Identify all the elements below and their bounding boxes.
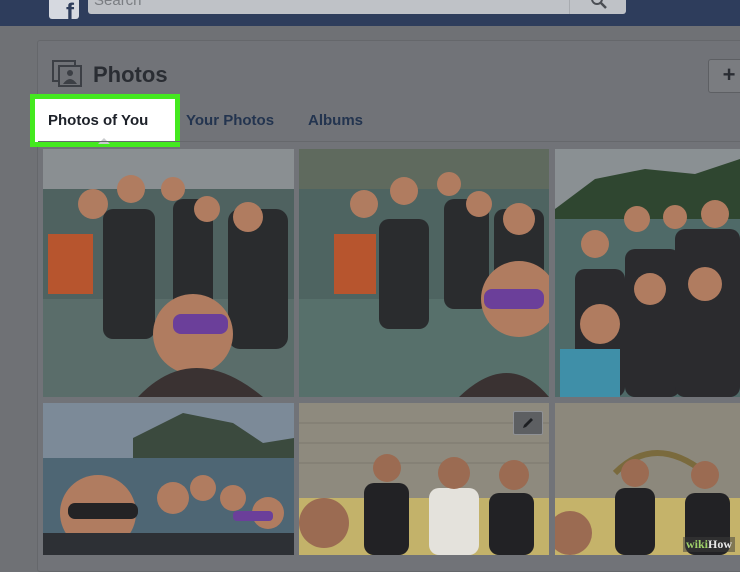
tab-label: Photos of You [48, 112, 149, 129]
magnifier-icon [591, 0, 607, 9]
photo-thumbnail[interactable]: wikiHow [555, 403, 740, 555]
add-photos-button[interactable]: + [708, 59, 740, 93]
edit-photo-button[interactable] [513, 411, 543, 435]
photo-thumbnail[interactable] [299, 403, 549, 555]
pencil-icon [523, 418, 533, 428]
photo-thumbnail[interactable] [43, 149, 294, 397]
photo-thumbnail[interactable] [43, 403, 294, 555]
tab-your-photos[interactable]: Your Photos [186, 112, 274, 129]
tab-albums[interactable]: Albums [308, 112, 363, 129]
page-title: Photos [93, 62, 168, 87]
facebook-logo[interactable]: f [49, 0, 79, 19]
search-input[interactable] [94, 0, 574, 10]
photo-thumbnail[interactable] [555, 149, 740, 397]
tabs-divider [38, 141, 740, 142]
search-button[interactable] [569, 0, 626, 14]
photo-thumbnail[interactable] [299, 149, 549, 397]
photo-album-icon [52, 60, 82, 87]
search-bar [88, 0, 626, 14]
tab-photos-of-you[interactable]: Photos of You [30, 94, 180, 147]
top-navigation-bar: f [0, 0, 740, 26]
wikihow-watermark: wikiHow [682, 537, 735, 552]
